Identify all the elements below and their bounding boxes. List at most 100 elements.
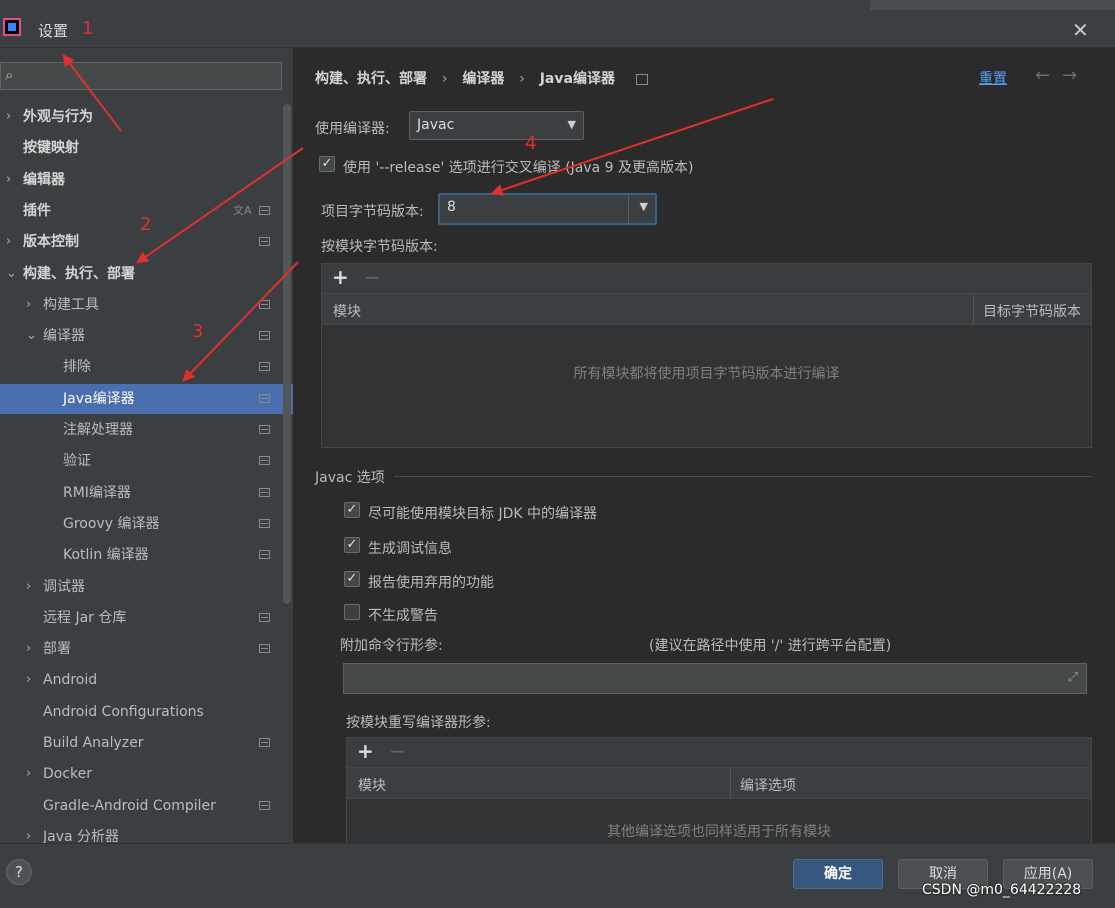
- search-input[interactable]: ⌕: [0, 62, 282, 90]
- sidebar-item-label: RMI编译器: [63, 484, 131, 501]
- javac-option-checkbox[interactable]: [344, 604, 360, 620]
- sidebar-item-label: Gradle-Android Compiler: [43, 797, 216, 814]
- sidebar-item[interactable]: › 部署: [0, 634, 293, 664]
- annotation-number: 1: [82, 18, 94, 39]
- sidebar-item[interactable]: Java编译器: [0, 383, 293, 414]
- sidebar-item[interactable]: Kotlin 编译器: [0, 540, 293, 570]
- column-header-target-version[interactable]: 目标字节码版本: [983, 301, 1081, 321]
- add-icon[interactable]: +: [357, 739, 374, 763]
- ok-button[interactable]: 确定: [793, 859, 883, 889]
- section-divider: [394, 476, 1092, 477]
- reset-link[interactable]: 重置: [979, 68, 1007, 88]
- chevron-right-icon[interactable]: ›: [26, 290, 31, 320]
- breadcrumb-item: 编译器: [462, 71, 505, 87]
- dropdown-button[interactable]: ▼: [628, 195, 655, 223]
- release-checkbox[interactable]: ✓: [319, 156, 335, 172]
- sidebar-item[interactable]: 按键映射: [0, 133, 293, 163]
- sidebar-item-label: 注解处理器: [63, 422, 133, 438]
- chevron-right-icon[interactable]: ›: [26, 665, 31, 695]
- project-scope-icon: [259, 800, 270, 810]
- sidebar-item[interactable]: Groovy 编译器: [0, 509, 293, 539]
- chevron-right-icon[interactable]: ›: [6, 227, 11, 257]
- chevron-right-icon[interactable]: ›: [26, 822, 31, 843]
- chevron-right-icon[interactable]: ›: [6, 102, 11, 132]
- sidebar-item-label: 调试器: [43, 578, 85, 595]
- chevron-right-icon[interactable]: ›: [26, 572, 31, 602]
- project-scope-icon: [259, 362, 270, 372]
- breadcrumb-item: Java编译器: [539, 71, 615, 87]
- project-scope-icon: [259, 644, 270, 654]
- breadcrumb: 构建、执行、部署 › 编译器 › Java编译器: [315, 68, 648, 88]
- column-header-module[interactable]: 模块: [358, 775, 386, 795]
- column-header-compile-options[interactable]: 编译选项: [740, 775, 796, 795]
- chevron-down-icon: ▼: [639, 200, 648, 213]
- chevron-right-icon[interactable]: ›: [26, 759, 31, 789]
- chevron-down-icon[interactable]: ⌄: [6, 259, 17, 289]
- javac-option-checkbox[interactable]: ✓: [344, 571, 360, 587]
- bytecode-label: 项目字节码版本:: [321, 204, 424, 220]
- project-scope-icon: [259, 393, 270, 403]
- sidebar-item[interactable]: ⌄ 编译器: [0, 321, 293, 351]
- bytecode-version-value: 8: [447, 199, 456, 215]
- compiler-select-value: Javac: [417, 117, 455, 133]
- sidebar-item[interactable]: 远程 Jar 仓库: [0, 603, 293, 633]
- extra-args-input[interactable]: ⤢: [343, 663, 1087, 694]
- sidebar-item-label: Kotlin 编译器: [63, 547, 149, 564]
- sidebar-item-label: 验证: [63, 453, 91, 470]
- sidebar-item[interactable]: Build Analyzer: [0, 728, 293, 758]
- extra-args-label: 附加命令行形参:: [340, 638, 443, 654]
- search-icon: ⌕: [5, 66, 14, 84]
- history-nav: ←→: [1035, 65, 1089, 86]
- override-params-label: 按模块重写编译器形参:: [346, 715, 491, 731]
- project-scope-icon: [259, 456, 270, 466]
- sidebar-item[interactable]: 注解处理器: [0, 415, 293, 445]
- sidebar-item[interactable]: › 编辑器: [0, 165, 293, 195]
- settings-sidebar: ⌕ › 外观与行为 按键映射 › 编辑器 插件 文A › 版本控制 ⌄ 构建、执行、部署 › 构建工具 ⌄…: [0, 48, 293, 843]
- sidebar-item-label: 排除: [63, 359, 91, 376]
- sidebar-item[interactable]: Gradle-Android Compiler: [0, 791, 293, 821]
- project-scope-icon: [259, 518, 270, 528]
- sidebar-item[interactable]: › Java 分析器: [0, 822, 293, 843]
- table-toolbar: + −: [322, 264, 1091, 294]
- sidebar-item[interactable]: › Docker: [0, 759, 293, 789]
- back-arrow-icon[interactable]: ←: [1035, 65, 1062, 86]
- remove-icon: −: [389, 739, 406, 763]
- intellij-logo-icon: [3, 18, 21, 36]
- chevron-down-icon[interactable]: ⌄: [26, 321, 37, 351]
- add-icon[interactable]: +: [332, 265, 349, 289]
- project-scope-icon: [259, 487, 270, 497]
- table-header: 模块 目标字节码版本: [322, 294, 1091, 325]
- javac-option-checkbox[interactable]: ✓: [344, 502, 360, 518]
- table-empty-text: 所有模块都将使用项目字节码版本进行编译: [573, 366, 840, 382]
- sidebar-item[interactable]: ⌄ 构建、执行、部署: [0, 259, 293, 289]
- sidebar-item[interactable]: › 外观与行为: [0, 102, 293, 132]
- project-scope-icon: [259, 612, 270, 622]
- sidebar-item[interactable]: 排除: [0, 352, 293, 382]
- column-divider: [973, 294, 974, 324]
- title-bar: 设置 ✕: [0, 0, 1115, 48]
- sidebar-item[interactable]: 验证: [0, 446, 293, 476]
- chevron-right-icon[interactable]: ›: [26, 634, 31, 664]
- expand-icon[interactable]: ⤢: [1068, 670, 1078, 685]
- close-icon[interactable]: ✕: [1072, 18, 1089, 42]
- sidebar-item[interactable]: › 调试器: [0, 572, 293, 602]
- sidebar-item-label: Java 分析器: [43, 828, 120, 843]
- sidebar-item[interactable]: Android Configurations: [0, 697, 293, 727]
- sidebar-item[interactable]: › 构建工具: [0, 290, 293, 320]
- chevron-right-icon[interactable]: ›: [6, 165, 11, 195]
- sidebar-item-label: 远程 Jar 仓库: [43, 609, 127, 626]
- sidebar-scrollbar[interactable]: [283, 104, 291, 604]
- javac-option-label: 尽可能使用模块目标 JDK 中的编译器: [368, 506, 597, 522]
- table-toolbar: + −: [347, 738, 1091, 768]
- help-button[interactable]: ?: [6, 859, 32, 885]
- compiler-select[interactable]: Javac ▼: [409, 111, 584, 140]
- sidebar-item[interactable]: › Android: [0, 665, 293, 695]
- settings-content: 构建、执行、部署 › 编译器 › Java编译器 重置 ←→ 使用编译器: Ja…: [293, 48, 1115, 843]
- breadcrumb-item: 构建、执行、部署: [315, 71, 427, 87]
- javac-option-checkbox[interactable]: ✓: [344, 537, 360, 553]
- javac-options-title: Javac 选项: [315, 470, 385, 486]
- sidebar-item[interactable]: RMI编译器: [0, 478, 293, 508]
- forward-arrow-icon[interactable]: →: [1062, 65, 1089, 86]
- column-header-module[interactable]: 模块: [333, 301, 361, 321]
- bytecode-version-combobox[interactable]: 8 ▼: [438, 193, 657, 225]
